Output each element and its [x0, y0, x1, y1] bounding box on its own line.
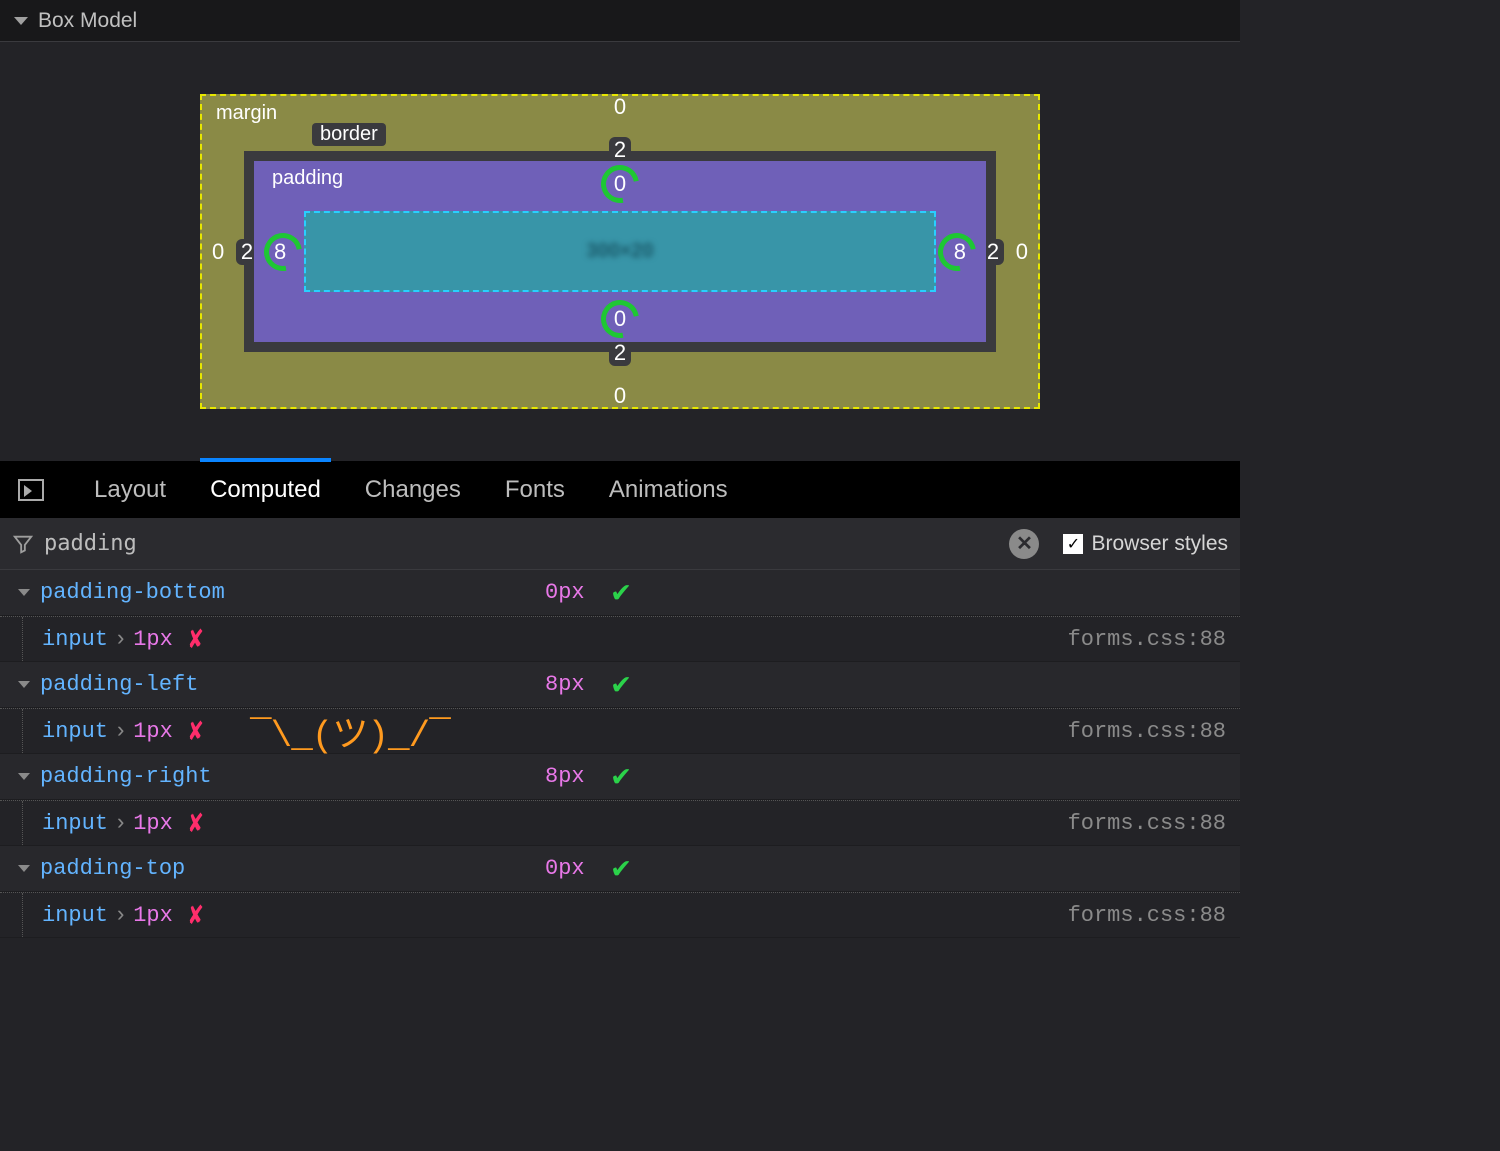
caret-right-icon: ›	[114, 903, 127, 928]
tab-layout[interactable]: Layout	[94, 476, 166, 504]
chevron-down-icon	[14, 17, 28, 25]
override-source[interactable]: forms.css:88	[1068, 903, 1226, 928]
clear-filter-button[interactable]: ✕	[1009, 529, 1039, 559]
margin-bottom-value[interactable]: 0	[614, 383, 626, 409]
shrug-annotation: ¯\_(ツ)_/¯	[250, 705, 450, 757]
caret-right-icon: ›	[114, 719, 127, 744]
override-selector: input	[42, 903, 108, 928]
override-selector: input	[42, 811, 108, 836]
x-annotation-icon: ✘	[189, 897, 203, 934]
filter-bar: ✕ ✓ Browser styles	[0, 518, 1240, 570]
x-annotation-icon: ✘	[189, 713, 203, 750]
property-row[interactable]: padding-right 8px ✔	[0, 754, 1240, 800]
property-override-row[interactable]: input›1px ✘ forms.css:88	[0, 800, 1240, 846]
property-value: 8px	[545, 672, 585, 697]
circle-annotation-icon	[594, 158, 647, 211]
override-source[interactable]: forms.css:88	[1068, 627, 1226, 652]
panel-toggle-icon[interactable]	[18, 479, 44, 501]
box-model-margin[interactable]: margin 0 0 0 0 border 2 2 2 2 padding 0 …	[200, 94, 1040, 409]
box-model-content[interactable]: 300×20	[304, 211, 936, 292]
chevron-down-icon	[18, 681, 30, 688]
tab-computed[interactable]: Computed	[210, 476, 321, 504]
override-value: 1px	[133, 903, 173, 928]
computed-properties-list: padding-bottom0px✔input›1px✘forms.css:88…	[0, 570, 1240, 938]
margin-label: margin	[216, 102, 277, 125]
box-model-border[interactable]: border 2 2 2 2 padding 0 0 8 8 300×20	[244, 151, 996, 352]
tab-fonts[interactable]: Fonts	[505, 476, 565, 504]
chevron-down-icon	[18, 589, 30, 596]
property-row[interactable]: padding-left 8px ✔	[0, 662, 1240, 708]
margin-top-value[interactable]: 0	[614, 94, 626, 120]
border-label: border	[312, 123, 386, 146]
border-top-value[interactable]: 2	[609, 137, 631, 163]
section-title: Box Model	[38, 9, 137, 33]
content-dimensions-blurred: 300×20	[586, 240, 653, 263]
box-model-padding[interactable]: padding 0 0 8 8 300×20	[254, 161, 986, 342]
override-value: 1px	[133, 719, 173, 744]
property-value: 8px	[545, 764, 585, 789]
checkmark-annotation-icon: ✔	[612, 574, 630, 611]
circle-annotation-icon	[931, 225, 984, 278]
circle-annotation-icon	[594, 293, 647, 346]
caret-right-icon: ›	[114, 627, 127, 652]
browser-styles-toggle[interactable]: ✓ Browser styles	[1063, 532, 1228, 556]
property-name: padding-right	[40, 764, 212, 789]
filter-icon	[12, 533, 34, 555]
override-selector: input	[42, 719, 108, 744]
box-model-diagram: margin 0 0 0 0 border 2 2 2 2 padding 0 …	[0, 42, 1240, 462]
margin-right-value[interactable]: 0	[1016, 239, 1028, 265]
override-selector: input	[42, 627, 108, 652]
property-value: 0px	[545, 856, 585, 881]
property-row[interactable]: padding-bottom 0px ✔	[0, 570, 1240, 616]
browser-styles-label: Browser styles	[1091, 532, 1228, 556]
chevron-down-icon	[18, 865, 30, 872]
circle-annotation-icon	[257, 225, 310, 278]
checkmark-annotation-icon: ✔	[612, 758, 630, 795]
property-name: padding-bottom	[40, 580, 225, 605]
property-override-row[interactable]: input›1px ✘ forms.css:88	[0, 892, 1240, 938]
checkmark-annotation-icon: ✔	[612, 850, 630, 887]
override-value: 1px	[133, 627, 173, 652]
override-value: 1px	[133, 811, 173, 836]
property-name: padding-left	[40, 672, 198, 697]
property-override-row[interactable]: input›1px ✘ ¯\_(ツ)_/¯ forms.css:88	[0, 708, 1240, 754]
property-row[interactable]: padding-top 0px ✔	[0, 846, 1240, 892]
x-annotation-icon: ✘	[189, 621, 203, 658]
filter-input[interactable]	[44, 531, 999, 556]
margin-left-value[interactable]: 0	[212, 239, 224, 265]
border-bottom-value[interactable]: 2	[609, 340, 631, 366]
checkbox-checked-icon: ✓	[1063, 534, 1083, 554]
chevron-down-icon	[18, 773, 30, 780]
tab-changes[interactable]: Changes	[365, 476, 461, 504]
box-model-header[interactable]: Box Model	[0, 0, 1240, 42]
x-annotation-icon: ✘	[189, 805, 203, 842]
caret-right-icon: ›	[114, 811, 127, 836]
override-source[interactable]: forms.css:88	[1068, 719, 1226, 744]
override-source[interactable]: forms.css:88	[1068, 811, 1226, 836]
checkmark-annotation-icon: ✔	[612, 666, 630, 703]
property-value: 0px	[545, 580, 585, 605]
tab-animations[interactable]: Animations	[609, 476, 728, 504]
inspector-tabs: Layout Computed Changes Fonts Animations	[0, 462, 1240, 518]
padding-label: padding	[272, 167, 343, 190]
property-name: padding-top	[40, 856, 185, 881]
property-override-row[interactable]: input›1px ✘ forms.css:88	[0, 616, 1240, 662]
